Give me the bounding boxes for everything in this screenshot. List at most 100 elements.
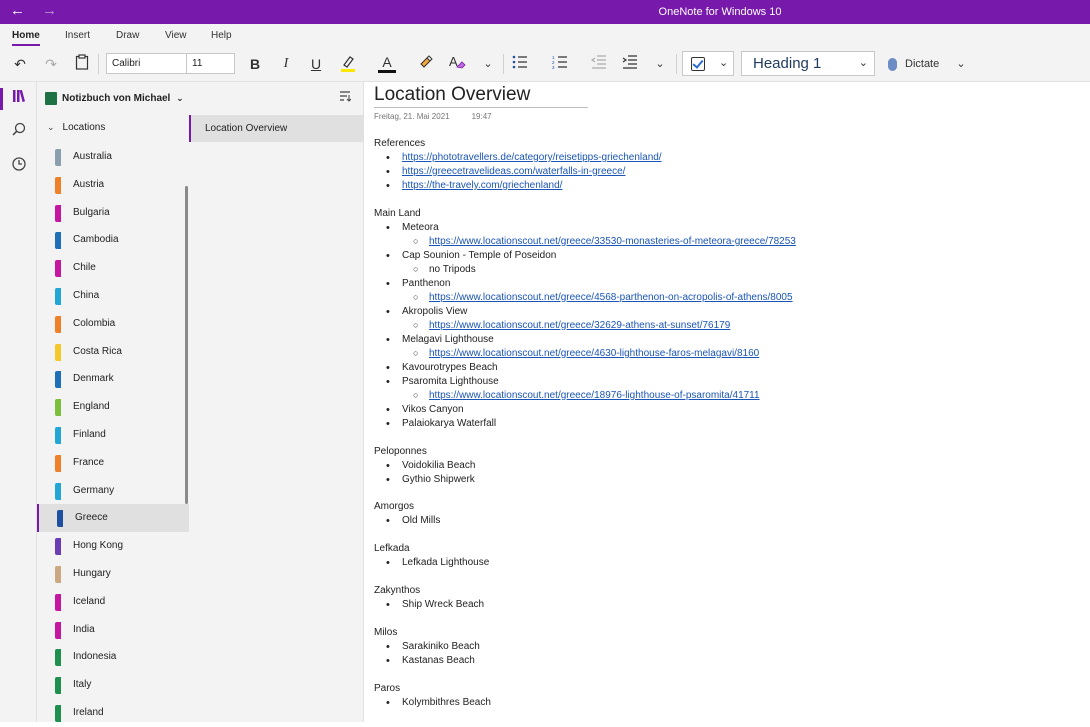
tab-help[interactable]: Help (211, 30, 232, 41)
section-item-colombia[interactable]: Colombia (37, 310, 189, 338)
section-item-france[interactable]: France (37, 449, 189, 477)
section-color-tab (55, 204, 61, 222)
section-item-hong-kong[interactable]: Hong Kong (37, 532, 189, 560)
underline-button[interactable]: U (306, 54, 326, 74)
sort-icon[interactable] (339, 90, 352, 105)
list-item: Gythio Shipwerk (374, 473, 796, 487)
section-group-locations[interactable]: ⌄ Locations (47, 122, 105, 133)
notebooks-icon[interactable] (0, 88, 37, 110)
reference-link[interactable]: https://www.locationscout.net/greece/463… (429, 348, 759, 359)
section-item-india[interactable]: India (37, 616, 189, 644)
increase-indent-icon[interactable] (620, 54, 640, 74)
italic-button[interactable]: I (276, 54, 296, 74)
bullet-list-icon[interactable] (510, 54, 530, 74)
search-icon[interactable] (0, 122, 37, 140)
chevron-down-icon: ⌄ (176, 93, 184, 103)
svg-text:3: 3 (552, 65, 555, 69)
style-dropdown-value: Heading 1 (753, 55, 822, 72)
section-label: Hong Kong (73, 540, 124, 552)
section-color-tab (55, 399, 61, 417)
decrease-indent-icon[interactable] (589, 54, 609, 74)
section-color-tab (55, 260, 61, 278)
format-painter-icon[interactable] (416, 54, 436, 74)
numbered-list-icon[interactable]: 123 (550, 54, 570, 74)
list-item: Akropolis View (374, 305, 796, 319)
note-heading: Milos (374, 626, 398, 638)
reference-link[interactable]: https://www.locationscout.net/greece/326… (429, 320, 730, 331)
redo-icon[interactable]: ↷ (41, 54, 61, 74)
note-heading: Peloponnes (374, 445, 427, 457)
section-color-tab (55, 593, 61, 611)
reference-link[interactable]: https://www.locationscout.net/greece/335… (429, 236, 796, 247)
page-title[interactable]: Location Overview (374, 84, 588, 108)
section-item-indonesia[interactable]: Indonesia (37, 643, 189, 671)
font-family-field[interactable]: Calibri (106, 53, 187, 74)
list-item: Melagavi Lighthouse (374, 333, 796, 347)
list-item: Voidokilia Beach (374, 459, 796, 473)
list-item: Kastanas Beach (374, 654, 796, 668)
page-canvas[interactable]: Location Overview Freitag, 21. Mai 2021 1… (364, 82, 1090, 722)
clipboard-icon[interactable] (72, 54, 92, 74)
section-item-germany[interactable]: Germany (37, 477, 189, 505)
list-item: Vikos Canyon (374, 403, 796, 417)
section-item-china[interactable]: China (37, 282, 189, 310)
section-item-cambodia[interactable]: Cambodia (37, 226, 189, 254)
tab-draw[interactable]: Draw (116, 30, 139, 41)
section-color-tab (55, 371, 61, 389)
svg-text:A: A (449, 54, 458, 69)
reference-link[interactable]: https://phototravellers.de/category/reis… (402, 152, 662, 163)
clear-formatting-icon[interactable]: A (446, 54, 468, 74)
section-item-greece[interactable]: Greece (37, 504, 189, 533)
section-label: Bulgaria (73, 206, 110, 218)
more-formatting-chevron-icon[interactable]: ⌄ (479, 54, 497, 74)
dictate-label: Dictate (905, 58, 940, 70)
more-paragraph-chevron-icon[interactable]: ⌄ (651, 54, 669, 74)
section-item-denmark[interactable]: Denmark (37, 365, 189, 393)
font-color-button[interactable]: A (376, 54, 398, 74)
notebook-selector[interactable]: Notizbuch von Michael ⌄ (45, 90, 184, 107)
section-color-tab (55, 343, 61, 361)
todo-tag-button[interactable]: ⌄ (682, 51, 734, 76)
note-container[interactable]: References https://phototravellers.de/cat… (374, 137, 796, 710)
highlighter-icon[interactable] (338, 54, 358, 74)
reference-link[interactable]: https://www.locationscout.net/greece/189… (429, 390, 760, 401)
tab-view[interactable]: View (165, 30, 187, 41)
section-item-ireland[interactable]: Ireland (37, 699, 189, 727)
reference-link[interactable]: https://the-travely.com/griechenland/ (402, 180, 562, 191)
bold-button[interactable]: B (245, 54, 265, 74)
font-size-field[interactable]: 11 (186, 53, 235, 74)
section-item-hungary[interactable]: Hungary (37, 560, 189, 588)
section-item-iceland[interactable]: Iceland (37, 588, 189, 616)
section-item-england[interactable]: England (37, 393, 189, 421)
section-color-tab (55, 677, 61, 695)
section-scrollbar[interactable] (185, 186, 188, 504)
reference-link[interactable]: https://greecetravelideas.com/waterfalls… (402, 166, 625, 177)
section-item-austria[interactable]: Austria (37, 171, 189, 199)
chevron-down-icon: ⌄ (719, 57, 729, 69)
note-heading: Amorgos (374, 501, 415, 513)
recent-history-icon[interactable] (0, 157, 37, 175)
section-item-bulgaria[interactable]: Bulgaria (37, 199, 189, 227)
tab-home[interactable]: Home (12, 30, 40, 46)
style-dropdown[interactable]: Heading 1 ⌄ (741, 51, 875, 76)
section-color-tab (55, 232, 61, 250)
list-item: no Tripods (374, 262, 796, 277)
section-item-finland[interactable]: Finland (37, 421, 189, 449)
section-item-australia[interactable]: Australia (37, 143, 189, 171)
dictate-button[interactable]: Dictate (888, 54, 939, 74)
page-item[interactable]: Location Overview (189, 115, 364, 142)
page-date: Freitag, 21. Mai 2021 (374, 112, 450, 121)
list-item: Meteora (374, 221, 796, 235)
list-item: https://www.locationscout.net/greece/335… (374, 234, 796, 249)
section-item-chile[interactable]: Chile (37, 254, 189, 282)
undo-icon[interactable]: ↶ (10, 54, 30, 74)
tab-insert[interactable]: Insert (65, 30, 90, 41)
reference-link[interactable]: https://www.locationscout.net/greece/456… (429, 292, 793, 303)
note-heading: Zakynthos (374, 584, 421, 596)
section-item-italy[interactable]: Italy (37, 671, 189, 699)
ribbon-tabs: Home Insert Draw View Help (0, 24, 1090, 46)
section-item-costa-rica[interactable]: Costa Rica (37, 338, 189, 366)
list-item: Kavourotrypes Beach (374, 361, 796, 375)
more-options-chevron-icon[interactable]: ⌄ (952, 54, 970, 74)
